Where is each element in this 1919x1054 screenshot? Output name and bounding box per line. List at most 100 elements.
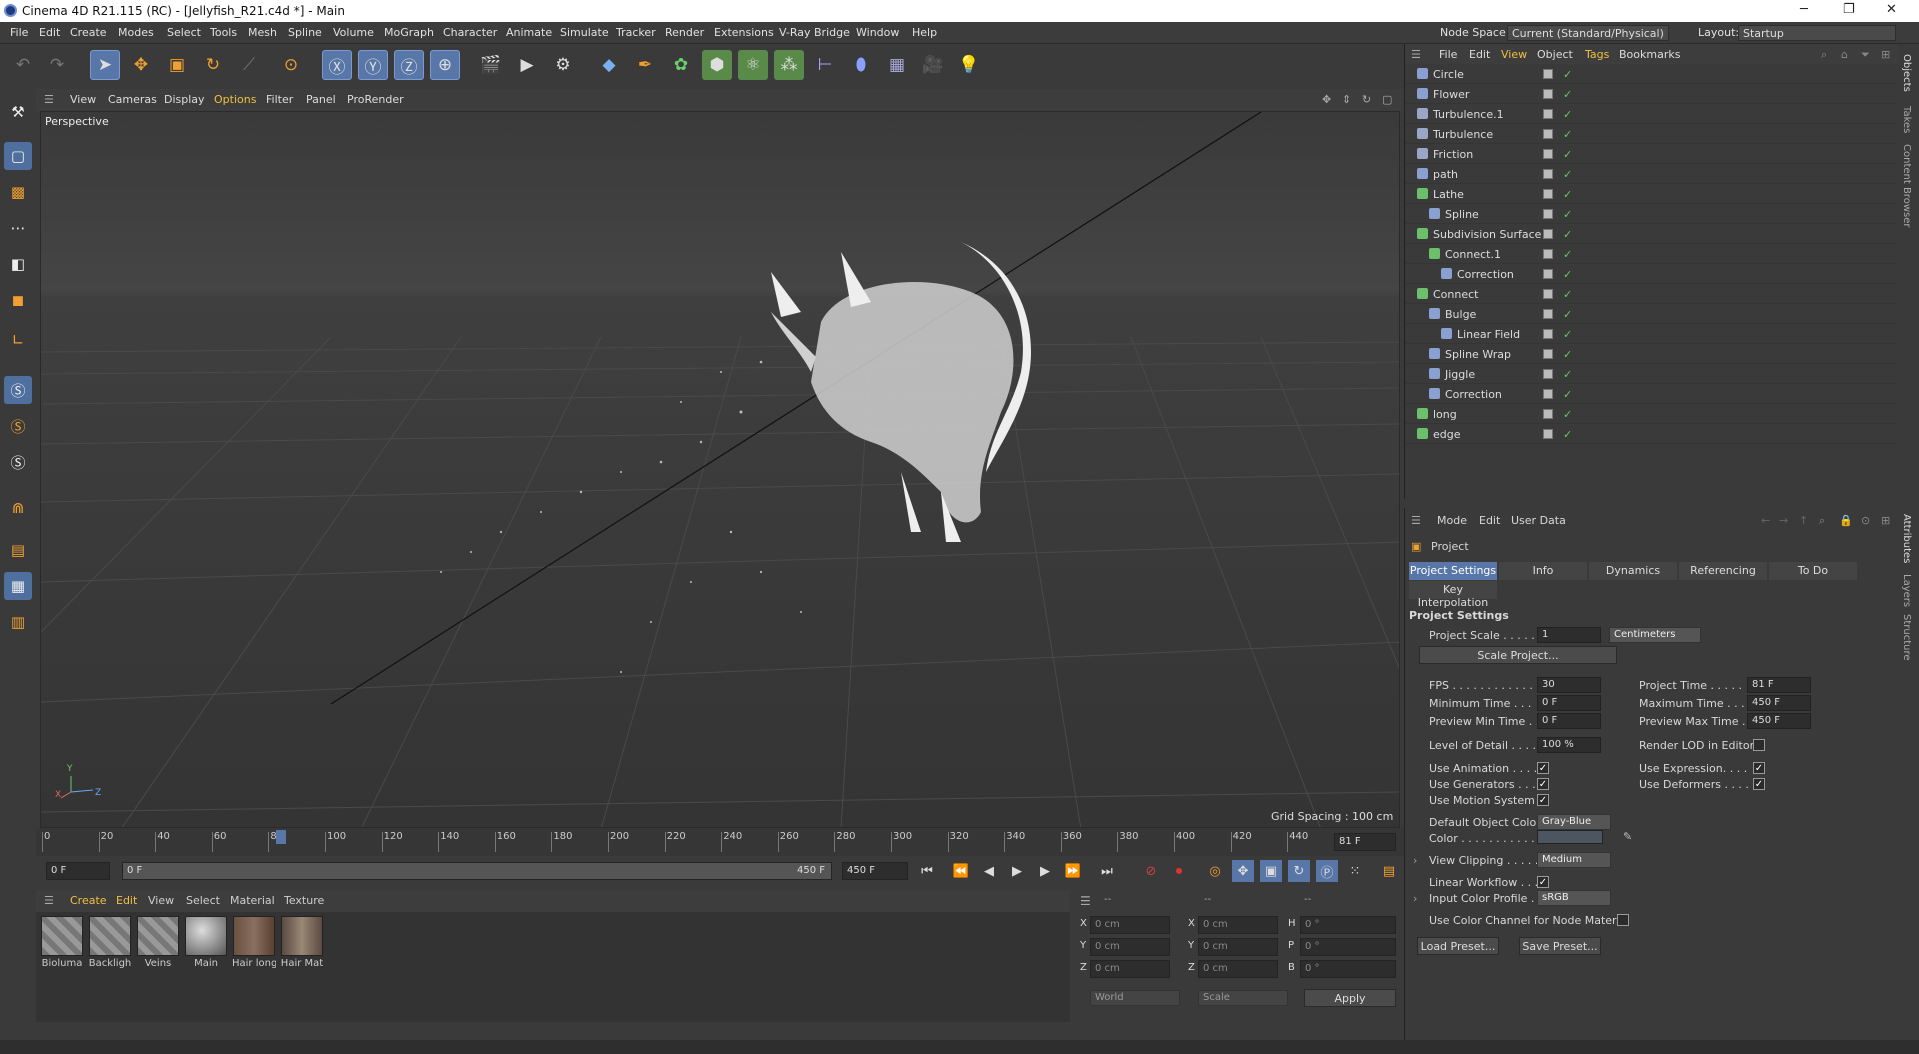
menu-select[interactable]: Select xyxy=(167,26,201,39)
z-axis-icon[interactable]: Ⓩ xyxy=(394,50,424,80)
object-name[interactable]: Flower xyxy=(1433,88,1469,101)
cube-object-icon[interactable]: ◆ xyxy=(594,50,624,80)
coord-size-z-field[interactable]: 0 cm xyxy=(1198,960,1278,978)
object-row[interactable]: Lathe ✓ xyxy=(1405,184,1899,204)
viewport-menu-options[interactable]: Options xyxy=(214,93,256,106)
object-menu-edit[interactable]: Edit xyxy=(1469,48,1490,61)
editor-visibility-icon[interactable] xyxy=(1543,169,1553,179)
attr-nav-forward-icon[interactable]: → xyxy=(1779,514,1788,527)
viewport-menu-hamburger-icon[interactable]: ☰ xyxy=(44,93,54,106)
record-keys-icon[interactable]: ⊘ xyxy=(1140,860,1162,882)
coord-pos-x-field[interactable]: 0 cm xyxy=(1090,916,1170,934)
linear-workflow-checkbox[interactable]: ✓ xyxy=(1537,876,1549,888)
side-tab-objects[interactable]: Objects xyxy=(1901,54,1912,92)
object-search-icon[interactable]: ⌕ xyxy=(1821,48,1827,62)
render-view-icon[interactable]: 🎬 xyxy=(476,50,506,80)
coords-hamburger-icon[interactable]: ☰ xyxy=(1080,894,1091,908)
undo-icon[interactable]: ↶ xyxy=(8,50,38,80)
editor-visibility-icon[interactable] xyxy=(1543,249,1553,259)
enabled-check-icon[interactable]: ✓ xyxy=(1563,288,1572,301)
light-icon[interactable]: 💡 xyxy=(954,50,984,80)
viewport-menu-prorender[interactable]: ProRender xyxy=(347,93,404,106)
editor-visibility-icon[interactable] xyxy=(1543,89,1553,99)
coord-system-dropdown[interactable]: World xyxy=(1090,990,1180,1006)
project-time-field[interactable]: 81 F xyxy=(1747,677,1811,693)
camera-icon[interactable]: 🎥 xyxy=(918,50,948,80)
workplane-align-icon[interactable]: ▥ xyxy=(4,608,32,636)
use-animation-checkbox[interactable]: ✓ xyxy=(1537,762,1549,774)
object-new-window-icon[interactable]: ⊞ xyxy=(1881,48,1890,61)
layout-dropdown[interactable]: Startup xyxy=(1738,25,1896,41)
object-home-icon[interactable]: ⌂ xyxy=(1841,48,1848,61)
editor-visibility-icon[interactable] xyxy=(1543,289,1553,299)
max-time-field[interactable]: 450 F xyxy=(1747,695,1811,711)
menu-extensions[interactable]: Extensions xyxy=(714,26,774,39)
object-name[interactable]: edge xyxy=(1433,428,1461,441)
object-name[interactable]: Spline Wrap xyxy=(1445,348,1511,361)
side-tab-content-browser[interactable]: Content Browser xyxy=(1901,144,1912,227)
polygons-mode-icon[interactable]: ◼ xyxy=(4,286,32,314)
object-filter-icon[interactable]: ⏷ xyxy=(1861,48,1870,62)
minimize-button[interactable]: ─ xyxy=(1800,2,1808,17)
tab-info[interactable]: Info xyxy=(1499,562,1587,580)
enabled-check-icon[interactable]: ✓ xyxy=(1563,168,1572,181)
object-name[interactable]: Correction xyxy=(1457,268,1514,281)
object-name[interactable]: Connect xyxy=(1433,288,1478,301)
current-frame-field[interactable]: 81 F xyxy=(1334,833,1396,851)
material-menu-material[interactable]: Material xyxy=(230,894,275,907)
viewport-zoom-icon[interactable]: ⇕ xyxy=(1342,93,1351,106)
material-swatch[interactable]: Backligh xyxy=(88,916,132,969)
editor-visibility-icon[interactable] xyxy=(1543,209,1553,219)
object-row[interactable]: Turbulence.1 ✓ xyxy=(1405,104,1899,124)
material-menu-view[interactable]: View xyxy=(148,894,174,907)
apply-button[interactable]: Apply xyxy=(1304,989,1396,1007)
lod-field[interactable]: 100 % xyxy=(1537,737,1601,753)
object-menu-tags[interactable]: Tags xyxy=(1585,48,1609,61)
spline-pen-icon[interactable]: ✒ xyxy=(630,50,660,80)
menu-create[interactable]: Create xyxy=(70,26,107,39)
load-preset-button[interactable]: Load Preset... xyxy=(1417,937,1499,955)
object-row[interactable]: Connect.1 ✓ xyxy=(1405,244,1899,264)
eyedropper-icon[interactable]: ✎ xyxy=(1623,830,1632,843)
object-menu-file[interactable]: File xyxy=(1439,48,1457,61)
editor-visibility-icon[interactable] xyxy=(1543,389,1553,399)
node-space-dropdown[interactable]: Current (Standard/Physical) xyxy=(1507,25,1669,41)
attr-lock-icon[interactable]: 🔒 xyxy=(1839,514,1853,527)
object-row[interactable]: Correction ✓ xyxy=(1405,384,1899,404)
viewport-maximize-icon[interactable]: ▢ xyxy=(1382,93,1392,106)
project-scale-field[interactable]: 1 xyxy=(1537,627,1601,643)
object-name[interactable]: Turbulence.1 xyxy=(1433,108,1504,121)
object-name[interactable]: Jiggle xyxy=(1445,368,1475,381)
min-time-field[interactable]: 0 F xyxy=(1537,695,1601,711)
render-picture-viewer-icon[interactable]: ▶ xyxy=(512,50,542,80)
preview-max-field[interactable]: 450 F xyxy=(1747,713,1811,729)
workplane-snap-icon[interactable]: Ⓢ xyxy=(4,448,32,476)
field-icon[interactable]: ⬮ xyxy=(846,50,876,80)
enabled-check-icon[interactable]: ✓ xyxy=(1563,388,1572,401)
object-name[interactable]: Turbulence xyxy=(1433,128,1493,141)
menu-mograph[interactable]: MoGraph xyxy=(384,26,434,39)
enabled-check-icon[interactable]: ✓ xyxy=(1563,248,1572,261)
object-row[interactable]: edge ✓ xyxy=(1405,424,1899,444)
object-row[interactable]: Flower ✓ xyxy=(1405,84,1899,104)
tab-project-settings[interactable]: Project Settings xyxy=(1409,562,1497,580)
editor-visibility-icon[interactable] xyxy=(1543,129,1553,139)
prev-frame-icon[interactable]: ◀ xyxy=(978,860,1000,882)
y-axis-icon[interactable]: Ⓨ xyxy=(358,50,388,80)
view-clipping-expand-icon[interactable]: › xyxy=(1413,854,1417,867)
enabled-check-icon[interactable]: ✓ xyxy=(1563,268,1572,281)
maximize-button[interactable]: ❐ xyxy=(1843,2,1855,17)
object-row[interactable]: path ✓ xyxy=(1405,164,1899,184)
viewport-menu-view[interactable]: View xyxy=(70,93,96,106)
snap-icon[interactable]: Ⓢ xyxy=(4,376,32,404)
playhead[interactable] xyxy=(276,830,286,844)
preview-min-field[interactable]: 0 F xyxy=(1537,713,1601,729)
view-clipping-dropdown[interactable]: Medium xyxy=(1537,852,1611,868)
deformer-icon[interactable]: ⊢ xyxy=(810,50,840,80)
tab-key-interpolation[interactable]: Key Interpolation xyxy=(1409,581,1497,609)
object-menu-bookmarks[interactable]: Bookmarks xyxy=(1619,48,1680,61)
material-swatch[interactable]: Bioluma xyxy=(40,916,84,969)
editor-visibility-icon[interactable] xyxy=(1543,149,1553,159)
attr-nav-up-icon[interactable]: ↑ xyxy=(1799,514,1808,527)
subdivision-icon[interactable]: ✿ xyxy=(666,50,696,80)
